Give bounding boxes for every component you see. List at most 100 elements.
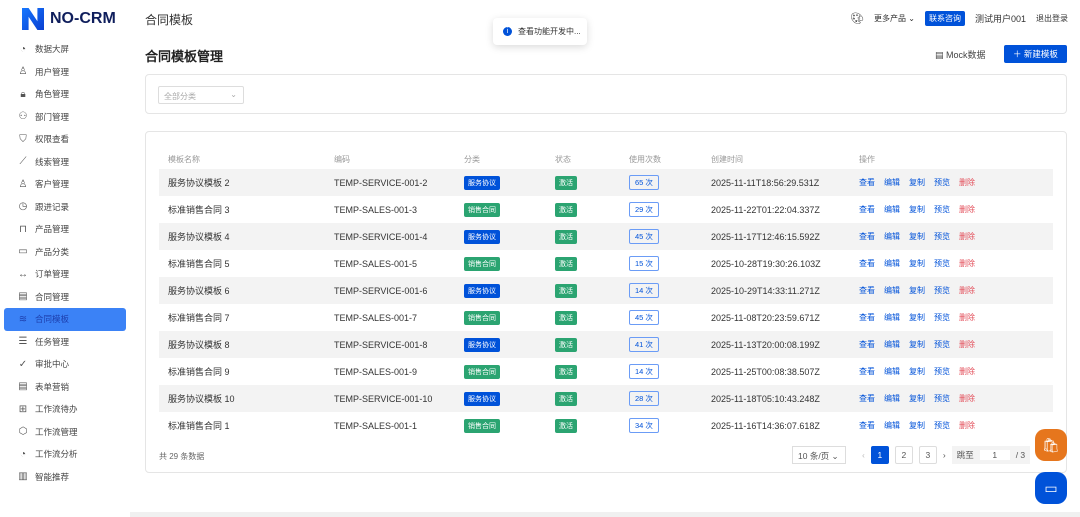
action-3[interactable]: 预览 (934, 340, 950, 349)
sidebar-item-4[interactable]: ⛉ 权限查看 (4, 128, 126, 151)
action-4[interactable]: 删除 (959, 340, 975, 349)
action-1[interactable]: 编辑 (884, 421, 900, 430)
action-3[interactable]: 预览 (934, 259, 950, 268)
action-2[interactable]: 复制 (909, 232, 925, 241)
sidebar-item-15[interactable]: ▤ 表单营销 (4, 376, 126, 399)
more-products-dropdown[interactable]: 更多产品 ⌄ (874, 13, 915, 24)
action-4[interactable]: 删除 (959, 259, 975, 268)
action-3[interactable]: 预览 (934, 232, 950, 241)
next-page-icon[interactable]: › (943, 450, 946, 460)
bottom-scrollbar[interactable] (130, 512, 1080, 517)
jump-input[interactable]: 1 (979, 450, 1010, 460)
action-3[interactable]: 预览 (934, 367, 950, 376)
contact-button[interactable]: 联系咨询 (924, 11, 965, 26)
sidebar-item-18[interactable]: ◔ 工作流分析 (4, 443, 126, 466)
sidebar-item-10[interactable]: ↔ 订单管理 (4, 263, 126, 286)
action-3[interactable]: 预览 (934, 421, 950, 430)
menu-icon: ▭ (18, 246, 28, 258)
action-4[interactable]: 删除 (959, 205, 975, 214)
sidebar-item-13[interactable]: ☰ 任务管理 (4, 331, 126, 354)
action-0[interactable]: 查看 (859, 340, 875, 349)
sidebar-item-12[interactable]: ≋ 合同模板 (4, 308, 126, 331)
sidebar-item-5[interactable]: ⟋ 线索管理 (4, 151, 126, 174)
sidebar-item-19[interactable]: ▥ 智能推荐 (4, 466, 126, 489)
action-3[interactable]: 预览 (934, 394, 950, 403)
action-1[interactable]: 编辑 (884, 286, 900, 295)
action-3[interactable]: 预览 (934, 313, 950, 322)
sidebar-item-8[interactable]: ⊓ 产品管理 (4, 218, 126, 241)
chat-float-button[interactable]: ▭ (1035, 472, 1067, 504)
action-2[interactable]: 复制 (909, 313, 925, 322)
action-3[interactable]: 预览 (934, 286, 950, 295)
action-0[interactable]: 查看 (859, 367, 875, 376)
action-2[interactable]: 复制 (909, 178, 925, 187)
page-1[interactable]: 1 (870, 446, 889, 464)
action-1[interactable]: 编辑 (884, 232, 900, 241)
shop-float-button[interactable]: 🛍︎ (1035, 429, 1067, 461)
sidebar: ◔ 数据大屏 ♙ 用户管理 🔒︎ 角色管理 ⚇ 部门管理 ⛉ 权限查看 ⟋ 线索管理 ♙ 客户管理 ◷ 跟进记… (0, 38, 130, 488)
page-3[interactable]: 3 (918, 446, 937, 464)
action-2[interactable]: 复制 (909, 205, 925, 214)
action-0[interactable]: 查看 (859, 313, 875, 322)
sidebar-item-11[interactable]: ▤ 合同管理 (4, 286, 126, 309)
action-1[interactable]: 编辑 (884, 259, 900, 268)
action-2[interactable]: 复制 (909, 259, 925, 268)
status-badge: 激活 (555, 256, 577, 271)
action-1[interactable]: 编辑 (884, 205, 900, 214)
action-0[interactable]: 查看 (859, 232, 875, 241)
sidebar-item-0[interactable]: ◔ 数据大屏 (4, 38, 126, 61)
menu-icon: ⟋ (19, 156, 27, 168)
sidebar-item-9[interactable]: ▭ 产品分类 (4, 241, 126, 264)
page-size-select[interactable]: 10 条/页 ⌄ (792, 446, 846, 464)
prev-page-icon[interactable]: ‹ (862, 450, 865, 460)
action-2[interactable]: 复制 (909, 340, 925, 349)
action-0[interactable]: 查看 (859, 394, 875, 403)
action-0[interactable]: 查看 (859, 178, 875, 187)
menu-icon: ◷ (18, 201, 28, 213)
mock-data-toggle[interactable]: ▤ Mock数据 (935, 48, 986, 61)
menu-icon: ♙ (18, 178, 28, 190)
user-name[interactable]: 测试用户001 (975, 12, 1026, 25)
action-4[interactable]: 删除 (959, 367, 975, 376)
palette-icon[interactable]: 🎨︎ (850, 12, 864, 25)
action-2[interactable]: 复制 (909, 367, 925, 376)
menu-icon: ♙ (18, 66, 28, 78)
sidebar-item-16[interactable]: ⊞ 工作流待办 (4, 398, 126, 421)
sidebar-item-2[interactable]: 🔒︎ 角色管理 (4, 83, 126, 106)
action-0[interactable]: 查看 (859, 205, 875, 214)
logout-link[interactable]: 退出登录 (1036, 13, 1068, 24)
sidebar-item-7[interactable]: ◷ 跟进记录 (4, 196, 126, 219)
action-4[interactable]: 删除 (959, 421, 975, 430)
sidebar-item-14[interactable]: ✓ 审批中心 (4, 353, 126, 376)
action-0[interactable]: 查看 (859, 286, 875, 295)
action-4[interactable]: 删除 (959, 178, 975, 187)
action-4[interactable]: 删除 (959, 232, 975, 241)
action-3[interactable]: 预览 (934, 205, 950, 214)
action-1[interactable]: 编辑 (884, 394, 900, 403)
action-0[interactable]: 查看 (859, 259, 875, 268)
action-1[interactable]: 编辑 (884, 340, 900, 349)
action-1[interactable]: 编辑 (884, 313, 900, 322)
action-4[interactable]: 删除 (959, 394, 975, 403)
new-template-button[interactable]: ＋ 新建模板 (1004, 45, 1067, 63)
action-1[interactable]: 编辑 (884, 367, 900, 376)
sidebar-item-6[interactable]: ♙ 客户管理 (4, 173, 126, 196)
action-0[interactable]: 查看 (859, 421, 875, 430)
category-tag: 服务协议 (464, 337, 500, 352)
action-4[interactable]: 删除 (959, 286, 975, 295)
action-2[interactable]: 复制 (909, 394, 925, 403)
sidebar-item-3[interactable]: ⚇ 部门管理 (4, 106, 126, 129)
row-actions: 查看 编辑 复制 预览 删除 (859, 177, 984, 188)
page-2[interactable]: 2 (894, 446, 913, 464)
category-select[interactable]: 全部分类 ⌄ (158, 86, 244, 104)
category-tag: 销售合同 (464, 310, 500, 325)
action-4[interactable]: 删除 (959, 313, 975, 322)
action-3[interactable]: 预览 (934, 178, 950, 187)
logo[interactable]: NO-CRM (22, 8, 116, 30)
category-tag: 销售合同 (464, 418, 500, 433)
action-1[interactable]: 编辑 (884, 178, 900, 187)
action-2[interactable]: 复制 (909, 421, 925, 430)
action-2[interactable]: 复制 (909, 286, 925, 295)
sidebar-item-17[interactable]: ⬡ 工作流管理 (4, 421, 126, 444)
sidebar-item-1[interactable]: ♙ 用户管理 (4, 61, 126, 84)
